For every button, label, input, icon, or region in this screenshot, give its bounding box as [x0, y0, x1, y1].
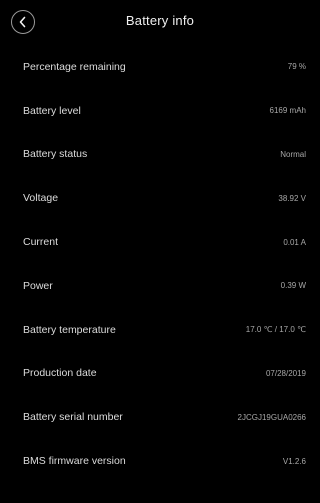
- row-label: Percentage remaining: [23, 60, 126, 73]
- info-row-current: Current 0.01 A: [0, 220, 320, 264]
- row-value: 79 %: [287, 62, 306, 72]
- row-label: Voltage: [23, 192, 59, 205]
- info-row-power: Power 0.39 W: [0, 264, 320, 308]
- info-row-battery-temperature: Battery temperature 17.0 ℃ / 17.0 ℃: [0, 308, 320, 352]
- info-row-battery-serial-number: Battery serial number 2JCGJ19GUA0266: [0, 395, 320, 439]
- header: Battery info: [0, 0, 320, 44]
- battery-info-screen: Battery info Percentage remaining 79 % B…: [0, 0, 320, 503]
- row-value: Normal: [280, 149, 306, 159]
- row-value: 2JCGJ19GUA0266: [237, 412, 306, 422]
- row-value: 0.01 A: [283, 237, 306, 247]
- row-label: BMS firmware version: [23, 455, 126, 468]
- page-title: Battery info: [125, 13, 195, 28]
- row-label: Battery temperature: [23, 323, 116, 336]
- row-value: V1.2.6: [282, 456, 306, 466]
- row-value: 07/28/2019: [265, 368, 306, 378]
- row-value: 6169 mAh: [269, 106, 306, 116]
- info-row-battery-status: Battery status Normal: [0, 133, 320, 177]
- info-row-bms-firmware-version: BMS firmware version V1.2.6: [0, 439, 320, 483]
- row-label: Battery level: [23, 104, 81, 117]
- row-value: 17.0 ℃ / 17.0 ℃: [245, 325, 306, 335]
- row-label: Current: [23, 236, 59, 249]
- row-label: Battery status: [23, 148, 88, 161]
- battery-info-list: Percentage remaining 79 % Battery level …: [0, 45, 320, 483]
- info-row-voltage: Voltage 38.92 V: [0, 176, 320, 220]
- info-row-battery-level: Battery level 6169 mAh: [0, 89, 320, 133]
- info-row-percentage-remaining: Percentage remaining 79 %: [0, 45, 320, 89]
- row-value: 38.92 V: [278, 193, 306, 203]
- row-value: 0.39 W: [280, 281, 306, 291]
- row-label: Battery serial number: [23, 411, 123, 424]
- row-label: Power: [23, 279, 53, 292]
- info-row-production-date: Production date 07/28/2019: [0, 352, 320, 396]
- row-label: Production date: [23, 367, 97, 380]
